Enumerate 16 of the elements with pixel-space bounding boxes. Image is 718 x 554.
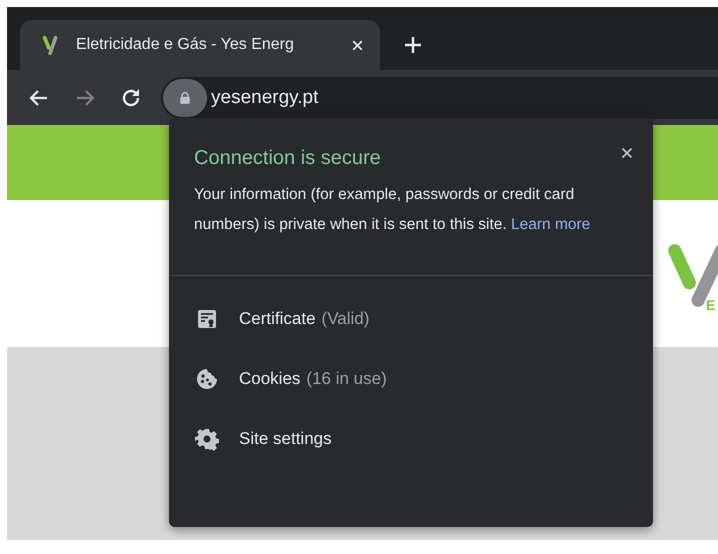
tab-title: Eletricidade e Gás - Yes Energ [76,36,295,54]
menu-item[interactable]: Site settings [169,409,653,469]
security-message: Your information (for example, passwords or credit card numbers) is private when it is sent to this site. Learn more [194,185,592,235]
lock-icon [178,90,192,104]
popup-title: Connection is secure [194,147,381,170]
browser-tab[interactable]: Eletricidade e Gás - Yes Energ [20,20,380,70]
cookie-icon [195,367,219,391]
site-info-button[interactable] [163,78,207,116]
url-text: yesenergy.pt [211,86,318,108]
address-bar[interactable]: yesenergy.pt [161,76,718,118]
certificate-icon [195,307,219,331]
menu-item[interactable]: Cookies (16 in use) [169,349,653,409]
settings-icon [195,427,219,451]
learn-more-link[interactable]: Learn more [511,216,590,233]
menu-item[interactable]: Certificate (Valid) [169,289,653,349]
logo-text: E [706,296,716,312]
